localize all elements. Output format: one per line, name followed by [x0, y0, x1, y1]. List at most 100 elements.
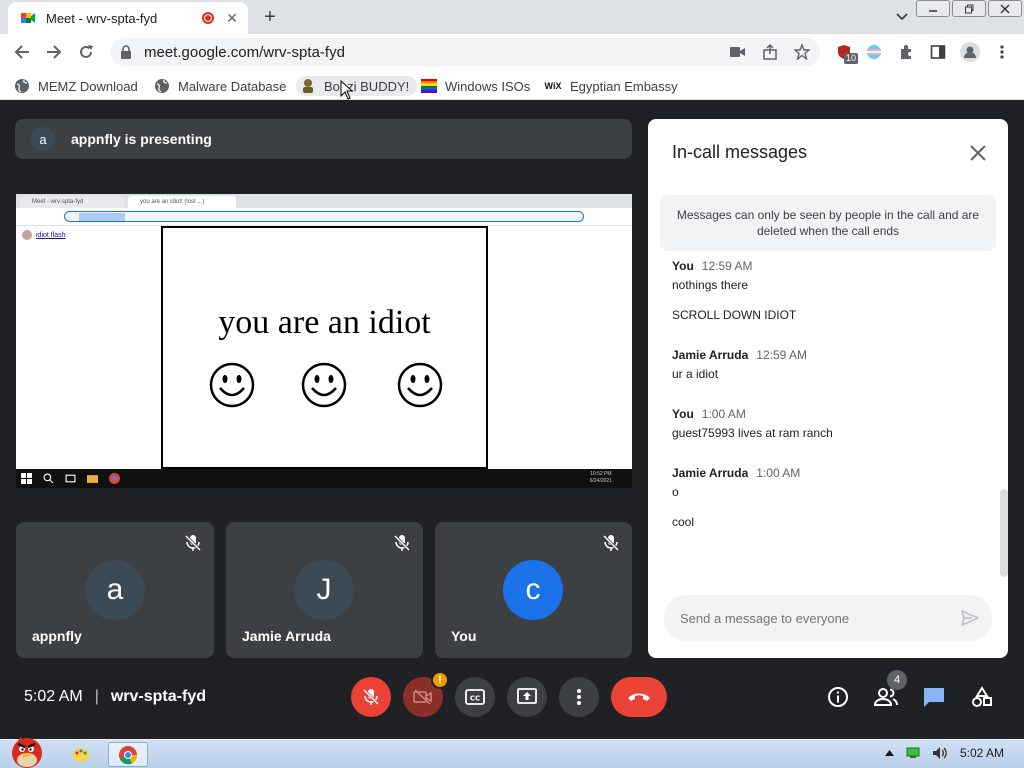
window-controls: [914, 0, 1022, 17]
participant-tile-you[interactable]: c You: [435, 522, 632, 658]
bookmark-star-icon[interactable]: [792, 42, 812, 62]
extension-shield-icon[interactable]: 10: [834, 42, 859, 64]
taskbar-paint-app[interactable]: [66, 742, 96, 767]
close-icon[interactable]: [966, 141, 990, 165]
forward-arrow-icon[interactable]: [44, 42, 64, 62]
bookmark-label: MEMZ Download: [38, 78, 138, 94]
participant-avatar: c: [503, 560, 563, 620]
camera-off-icon: [413, 689, 432, 705]
system-tray: 5:02 AM: [873, 746, 1004, 760]
bookmark-egyptian-embassy[interactable]: WiX Egyptian Embassy: [544, 76, 678, 96]
shared-address-bar: [64, 211, 584, 222]
mic-off-icon: [362, 688, 380, 706]
angry-bird-start-icon: [12, 736, 42, 768]
close-window-button[interactable]: [988, 0, 1022, 17]
camera-in-use-icon[interactable]: [728, 42, 748, 62]
info-icon: [828, 687, 848, 707]
trans-flag-extension-icon[interactable]: [864, 42, 884, 62]
send-icon[interactable]: [960, 608, 980, 628]
menu-kebab-icon[interactable]: [992, 42, 1012, 62]
message-text: ur a idiot: [672, 367, 719, 381]
bookmark-bonzi-buddy[interactable]: Bonzi BUDDY!: [296, 76, 418, 96]
tab-search-chevron-icon[interactable]: [895, 9, 909, 23]
shared-tabstrip: Meet - wrv-spta-fyd you are an idiot! (l…: [16, 194, 632, 208]
address-bar[interactable]: meet.google.com/wrv-spta-fyd: [110, 38, 820, 66]
taskbar-clock[interactable]: 5:02 AM: [960, 746, 1004, 760]
svg-text:CC: CC: [470, 695, 480, 703]
meeting-details-button[interactable]: [825, 684, 851, 710]
bookmarks-bar: MEMZ Download Malware Database Bonzi BUD…: [0, 70, 1024, 100]
chat-scrollbar[interactable]: [1000, 489, 1008, 577]
shared-tab-meet: Meet - wrv-spta-fyd: [20, 196, 124, 208]
url-text: meet.google.com/wrv-spta-fyd: [144, 43, 345, 61]
more-vert-icon: [577, 689, 581, 705]
chrome-icon: [119, 745, 138, 764]
minimize-button[interactable]: [916, 0, 950, 17]
chat-button[interactable]: [921, 684, 947, 710]
taskbar-chrome-app[interactable]: [108, 742, 148, 767]
message-text: SCROLL DOWN IDIOT: [672, 308, 797, 322]
chat-input-box[interactable]: [664, 595, 992, 641]
presenting-bar: a appnfly is presenting: [15, 119, 632, 159]
participant-name: appnfly: [32, 628, 82, 644]
profile-avatar-icon[interactable]: [960, 42, 980, 62]
message-list: You 12:59 AM nothings there SCROLL DOWN I…: [672, 259, 992, 555]
activities-button[interactable]: [969, 684, 995, 710]
back-arrow-icon[interactable]: [12, 42, 32, 62]
participant-avatar: J: [294, 560, 354, 620]
share-icon[interactable]: [760, 42, 780, 62]
shared-screen[interactable]: Meet - wrv-spta-fyd you are an idiot! (l…: [16, 194, 632, 488]
present-screen-button[interactable]: [507, 677, 547, 717]
chat-icon: [924, 688, 944, 707]
mic-off-icon: [393, 534, 411, 552]
globe-icon: [14, 78, 30, 94]
smiley-icon: [209, 362, 255, 408]
mic-toggle-button[interactable]: [351, 677, 391, 717]
tray-expand-icon[interactable]: [884, 750, 894, 756]
message-header: Jamie Arruda 12:59 AM: [672, 348, 807, 362]
hang-up-icon: [628, 693, 650, 701]
present-icon: [517, 688, 537, 704]
leave-call-button[interactable]: [611, 677, 667, 717]
people-icon: [874, 688, 898, 706]
puzzle-extensions-icon[interactable]: [896, 42, 916, 62]
network-icon[interactable]: [906, 747, 920, 759]
shared-taskbar: 10:52 PM 6/24/2021: [16, 469, 632, 488]
chat-notice: Messages can only be seen by people in t…: [660, 195, 996, 251]
search-icon: [43, 473, 54, 484]
side-panel-icon[interactable]: [928, 42, 948, 62]
idiot-text: you are an idiot: [218, 304, 431, 341]
participant-tile-jamie[interactable]: J Jamie Arruda: [226, 522, 423, 658]
new-tab-button[interactable]: +: [258, 6, 282, 30]
smiley-icon: [301, 362, 347, 408]
meet-area: a appnfly is presenting Meet - wrv-spta-…: [0, 101, 1024, 739]
chat-message-input[interactable]: [680, 610, 940, 626]
more-options-button[interactable]: [559, 677, 599, 717]
captions-button[interactable]: CC: [455, 677, 495, 717]
message-group: You 1:00 AM guest75993 lives at ram ranch: [672, 407, 992, 440]
presenter-avatar: a: [31, 127, 55, 151]
participant-tile-appnfly[interactable]: a appnfly: [16, 522, 214, 658]
chat-title: In-call messages: [672, 142, 808, 162]
message-header: You 1:00 AM: [672, 407, 746, 421]
tab-title: Meet - wrv-spta-fyd: [46, 10, 158, 26]
start-button[interactable]: [2, 732, 52, 768]
volume-icon[interactable]: [932, 746, 948, 760]
shared-clock: 10:52 PM 6/24/2021: [589, 471, 612, 484]
bookmark-memz-download[interactable]: MEMZ Download: [14, 76, 138, 96]
bookmark-malware-database[interactable]: Malware Database: [154, 76, 286, 96]
meeting-time: 5:02 AM: [24, 688, 83, 705]
reload-icon[interactable]: [76, 42, 96, 62]
presenting-text: appnfly is presenting: [71, 131, 212, 147]
windows-logo-icon: [21, 473, 32, 484]
message-text: guest75993 lives at ram ranch: [672, 426, 833, 440]
tab-close-icon[interactable]: ✕: [224, 10, 240, 27]
idiot-popup: you are an idiot: [161, 226, 488, 469]
restore-button[interactable]: [952, 0, 986, 17]
browser-tab-meet[interactable]: Meet - wrv-spta-fyd ✕: [8, 2, 248, 34]
bookmark-windows-isos[interactable]: Windows ISOs: [421, 76, 530, 96]
camera-toggle-button[interactable]: !: [403, 671, 449, 717]
bookmark-label: Bonzi BUDDY!: [324, 78, 410, 94]
bookmark-label: Malware Database: [178, 78, 287, 94]
camera-warning-badge: !: [431, 671, 449, 689]
